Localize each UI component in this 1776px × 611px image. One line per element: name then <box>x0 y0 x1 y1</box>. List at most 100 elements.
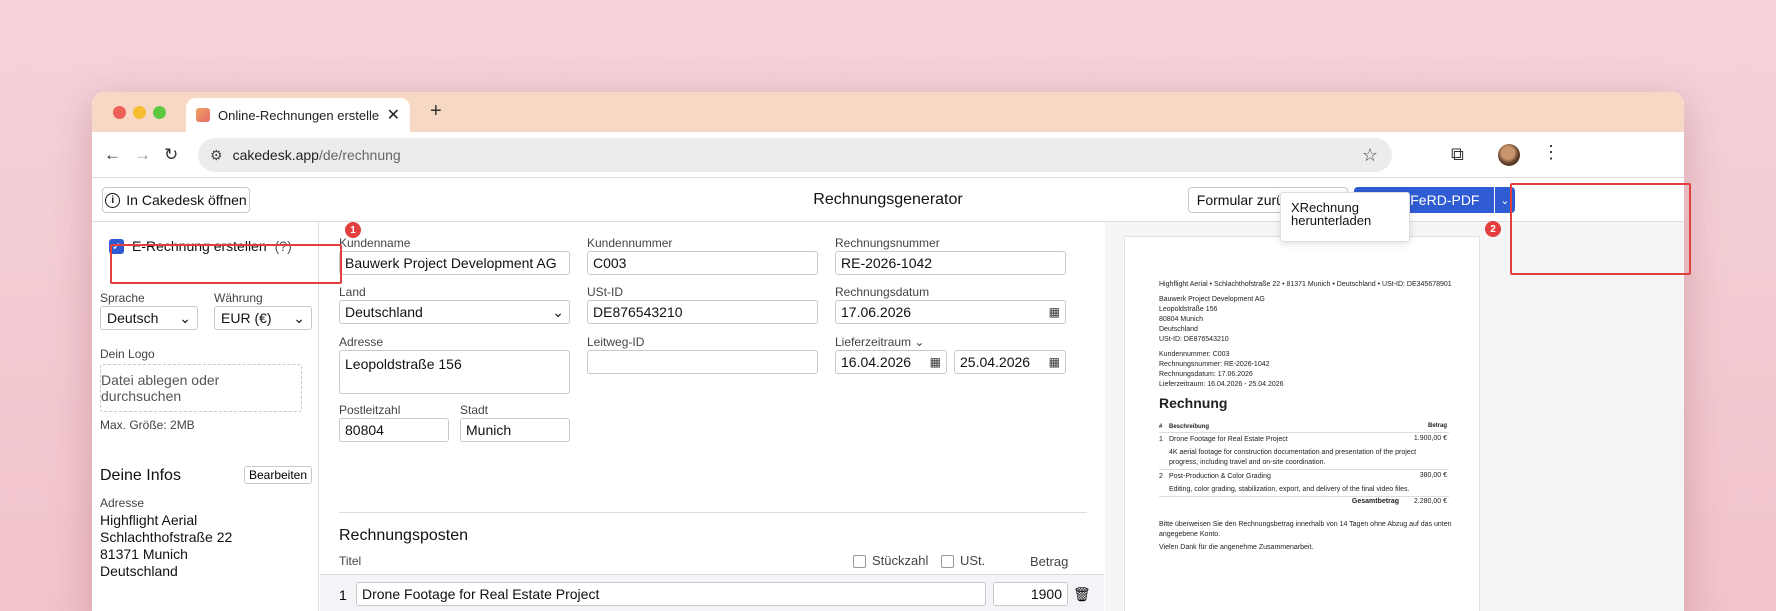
preview-total-label: Gesamtbetrag <box>1351 498 1399 505</box>
preview-item-title: Post-Production & Color Grading <box>1169 473 1271 480</box>
preview-recipient-line: USt-ID: DE876543210 <box>1159 336 1229 343</box>
preview-recipient-line: Bauwerk Project Development AG <box>1159 296 1265 303</box>
your-info-title: Deine Infos <box>100 467 181 484</box>
zoom-window-button[interactable] <box>153 106 166 119</box>
preview-heading: Rechnung <box>1159 395 1228 411</box>
avatar[interactable] <box>1498 144 1520 166</box>
vat-id-label: USt-ID <box>587 285 623 299</box>
preview-item-num: 1 <box>1159 436 1163 443</box>
address-bar[interactable]: ⚙ cakedesk.app/de/rechnung ☆ <box>198 138 1392 172</box>
calendar-icon[interactable]: ▦ <box>1049 355 1060 369</box>
checkbox-icon[interactable] <box>853 555 866 569</box>
preview-meta-line: Rechnungsnummer: RE-2026-1042 <box>1159 361 1270 368</box>
step-badge-2: 2 <box>1485 221 1501 237</box>
preview-total: 2.280,00 € <box>1413 498 1447 505</box>
customer-number-input[interactable]: C003 <box>587 251 818 275</box>
xrechnung-download-item[interactable]: XRechnung herunterladen <box>1291 201 1399 227</box>
preview-rule <box>1159 496 1449 497</box>
currency-value: EUR (€) <box>221 310 272 326</box>
chevron-down-icon: ⌄ <box>1500 194 1510 207</box>
country-select[interactable]: Deutschland ⌄ <box>339 300 570 324</box>
vat-toggle[interactable]: USt. <box>941 553 985 569</box>
bookmark-star-icon[interactable]: ☆ <box>1362 145 1378 166</box>
chevron-down-icon: ⌄ <box>552 303 564 320</box>
quantity-toggle[interactable]: Stückzahl <box>853 553 928 569</box>
site-settings-icon[interactable]: ⚙ <box>210 147 223 164</box>
delivery-from-input[interactable]: 16.04.2026 ▦ <box>835 350 947 374</box>
preview-note: Bitte überweisen Sie den Rechnungsbetrag… <box>1159 521 1452 528</box>
leitweg-id-input[interactable] <box>587 350 818 374</box>
checkbox-icon[interactable] <box>941 555 954 569</box>
preview-item-num: 2 <box>1159 473 1163 480</box>
app-header: i In Cakedesk öffnen Rechnungsgenerator … <box>92 178 1684 222</box>
download-dropdown-menu: XRechnung herunterladen <box>1280 192 1410 242</box>
browser-tab[interactable]: Online-Rechnungen erstellen ✕ <box>186 98 410 132</box>
back-arrow-icon[interactable]: ← <box>104 145 121 165</box>
forward-arrow-icon[interactable]: → <box>134 145 151 165</box>
section-divider <box>339 512 1087 513</box>
item-title-input[interactable]: Drone Footage for Real Estate Project <box>356 582 986 606</box>
city-input[interactable]: Munich <box>460 418 570 442</box>
language-label: Sprache <box>100 291 145 305</box>
customer-number-label: Kundennummer <box>587 236 673 250</box>
extensions-icon[interactable]: ⧉ <box>1451 144 1464 165</box>
preview-item-desc: Editing, color grading, stabilization, e… <box>1169 486 1410 493</box>
edit-info-button[interactable]: Bearbeiten <box>244 466 312 484</box>
sender-address-label: Adresse <box>100 496 145 510</box>
cake-favicon-icon <box>196 108 210 122</box>
preview-thanks: Vielen Dank für die angenehme Zusammenar… <box>1159 544 1314 551</box>
preview-sender: Highflight Aerial • Schlachthofstraße 22… <box>1159 281 1452 288</box>
item-amount-input[interactable]: 1900 <box>993 582 1068 606</box>
browser-toolbar: ← → ↻ ⚙ cakedesk.app/de/rechnung ☆ ⧉ ⋮ <box>92 132 1684 178</box>
minimize-window-button[interactable] <box>133 106 146 119</box>
delivery-from-value: 16.04.2026 <box>841 354 912 370</box>
close-window-button[interactable] <box>113 106 126 119</box>
customer-name-input[interactable]: Bauwerk Project Development AG <box>339 251 570 275</box>
invoice-preview: Highflight Aerial • Schlachthofstraße 22… <box>1105 222 1684 611</box>
menu-dots-icon[interactable]: ⋮ <box>1542 142 1560 163</box>
logo-label: Dein Logo <box>100 347 155 361</box>
preview-meta-line: Kundennummer: C003 <box>1159 351 1230 358</box>
preview-meta-line: Lieferzeitraum: 16.04.2026 - 25.04.2026 <box>1159 381 1284 388</box>
delivery-period-label[interactable]: Lieferzeitraum ⌄ <box>835 335 924 349</box>
sender-address-line: 81371 Munich <box>100 546 188 562</box>
preview-recipient-line: Deutschland <box>1159 326 1198 333</box>
calendar-icon[interactable]: ▦ <box>930 355 941 369</box>
vat-id-input[interactable]: DE876543210 <box>587 300 818 324</box>
preview-th-num: # <box>1159 424 1163 430</box>
invoice-number-label: Rechnungsnummer <box>835 236 940 250</box>
logo-dropzone[interactable]: Datei ablegen oder durchsuchen <box>100 364 302 412</box>
preview-item-title: Drone Footage for Real Estate Project <box>1169 436 1288 443</box>
url-text: cakedesk.app/de/rechnung <box>232 147 401 163</box>
address-textarea[interactable]: Leopoldstraße 156 <box>339 350 570 394</box>
invoice-number-input[interactable]: RE-2026-1042 <box>835 251 1066 275</box>
sender-address-line: Highflight Aerial <box>100 512 198 528</box>
preview-rule <box>1159 432 1449 433</box>
sender-address-line: Deutschland <box>100 563 178 579</box>
reload-icon[interactable]: ↻ <box>164 145 178 165</box>
invoice-preview-page: Highflight Aerial • Schlachthofstraße 22… <box>1124 236 1480 611</box>
sender-address-line: Schlachthofstraße 22 <box>100 529 233 545</box>
invoice-date-input[interactable]: 17.06.2026 ▦ <box>835 300 1066 324</box>
preview-th-desc: Beschreibung <box>1169 424 1210 430</box>
zip-label: Postleitzahl <box>339 403 401 417</box>
calendar-icon[interactable]: ▦ <box>1049 305 1060 319</box>
tab-title: Online-Rechnungen erstellen <box>218 107 379 123</box>
item-index: 1 <box>339 587 347 603</box>
highlight-box-download <box>1510 183 1691 275</box>
trash-icon[interactable]: 🗑 <box>1073 586 1091 603</box>
invoice-items-title: Rechnungsposten <box>339 527 468 544</box>
address-label: Adresse <box>339 335 384 349</box>
currency-select[interactable]: EUR (€) ⌄ <box>214 306 312 330</box>
delivery-to-input[interactable]: 25.04.2026 ▦ <box>954 350 1066 374</box>
new-tab-icon[interactable]: + <box>430 100 442 123</box>
column-title: Titel <box>339 554 362 568</box>
zip-input[interactable]: 80804 <box>339 418 449 442</box>
preview-recipient-line: Leopoldstraße 156 <box>1159 306 1218 313</box>
column-amount: Betrag <box>1030 554 1069 569</box>
tab-strip: Online-Rechnungen erstellen ✕ + <box>92 92 1684 132</box>
language-select[interactable]: Deutsch ⌄ <box>100 306 198 330</box>
table-row: 1 Drone Footage for Real Estate Project … <box>320 574 1104 611</box>
close-icon[interactable]: ✕ <box>387 105 400 125</box>
language-value: Deutsch <box>107 310 159 326</box>
